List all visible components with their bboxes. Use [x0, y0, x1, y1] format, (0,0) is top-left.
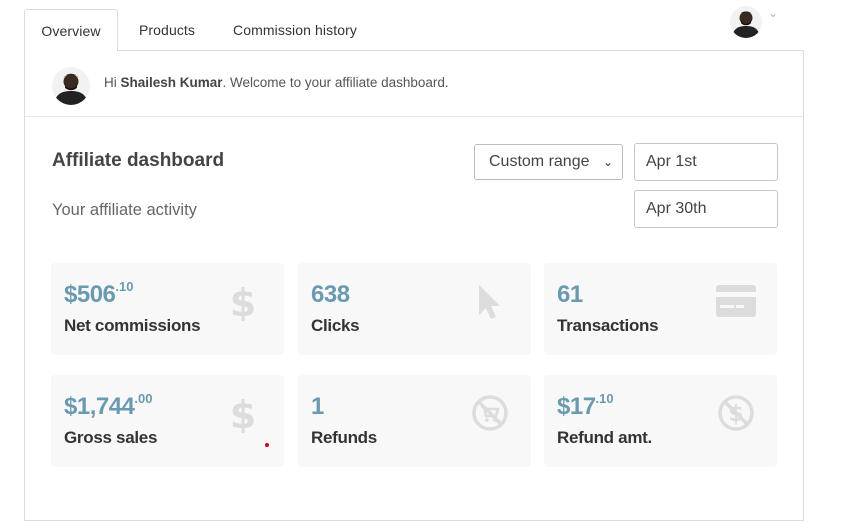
chevron-down-icon[interactable]: ⌄	[768, 6, 778, 20]
stat-value-main: 638	[311, 281, 350, 308]
stat-card-transactions: 61 Transactions	[544, 263, 777, 355]
stat-card-gross-sales: $1,744.00 Gross sales $	[51, 375, 284, 467]
no-cart-icon	[472, 395, 508, 431]
stat-value: $17.10	[557, 391, 614, 421]
dashboard-panel: Hi Shailesh Kumar. Welcome to your affil…	[24, 50, 804, 521]
stat-value-main: $17	[557, 393, 596, 420]
stat-value: 61	[557, 281, 583, 309]
stat-value: 1	[311, 393, 324, 421]
stat-label: Net commissions	[64, 316, 201, 335]
svg-text:$: $	[231, 395, 255, 433]
stat-label: Transactions	[557, 316, 659, 335]
cursor-icon	[479, 285, 500, 319]
welcome-message: Hi Shailesh Kumar. Welcome to your affil…	[104, 75, 449, 90]
tab-overview[interactable]: Overview	[24, 9, 118, 51]
stat-card-refund-amount: $17.10 Refund amt. $	[544, 375, 777, 467]
stat-label: Gross sales	[64, 428, 158, 447]
stat-value: $506.10	[64, 279, 134, 309]
stat-label: Refunds	[311, 428, 377, 447]
stat-value-main: 61	[557, 281, 583, 308]
date-range-select[interactable]: Custom range ⌄	[474, 144, 623, 180]
avatar	[730, 6, 762, 38]
dollar-icon: $	[231, 283, 255, 321]
tab-products[interactable]: Products	[120, 9, 214, 51]
page-subtitle: Your affiliate activity	[52, 201, 197, 219]
tab-commission-history[interactable]: Commission history	[220, 9, 370, 51]
page-title: Affiliate dashboard	[52, 150, 225, 171]
welcome-bar: Hi Shailesh Kumar. Welcome to your affil…	[25, 51, 803, 117]
stat-label: Clicks	[311, 316, 360, 335]
stat-card-clicks: 638 Clicks	[298, 263, 531, 355]
credit-card-icon	[716, 285, 756, 317]
svg-text:$: $	[231, 283, 255, 321]
stat-value: 638	[311, 281, 350, 309]
user-name: Shailesh Kumar	[120, 75, 223, 90]
stat-value-cents: .10	[115, 279, 134, 294]
chevron-down-icon: ⌄	[602, 155, 613, 169]
welcome-text: . Welcome to your affiliate dashboard.	[222, 75, 449, 90]
date-to-field[interactable]: Apr 30th	[634, 190, 778, 228]
dollar-icon: $	[231, 395, 255, 433]
stat-value-main: $1,744	[64, 393, 135, 420]
stat-value-main: $506	[64, 281, 116, 308]
stat-value: $1,744.00	[64, 391, 153, 421]
stat-value-cents: .10	[595, 391, 614, 406]
no-dollar-icon: $	[718, 395, 754, 431]
date-from-field[interactable]: Apr 1st	[634, 143, 778, 181]
stat-value-main: 1	[311, 393, 324, 420]
stat-label: Refund amt.	[557, 428, 652, 447]
greeting-text: Hi	[104, 75, 121, 90]
stat-value-cents: .00	[134, 391, 153, 406]
stat-card-refunds: 1 Refunds	[298, 375, 531, 467]
stat-card-net-commissions: $506.10 Net commissions $	[51, 263, 284, 355]
indicator-dot	[265, 443, 269, 447]
avatar	[52, 67, 90, 105]
date-range-value: Custom range	[489, 153, 590, 170]
